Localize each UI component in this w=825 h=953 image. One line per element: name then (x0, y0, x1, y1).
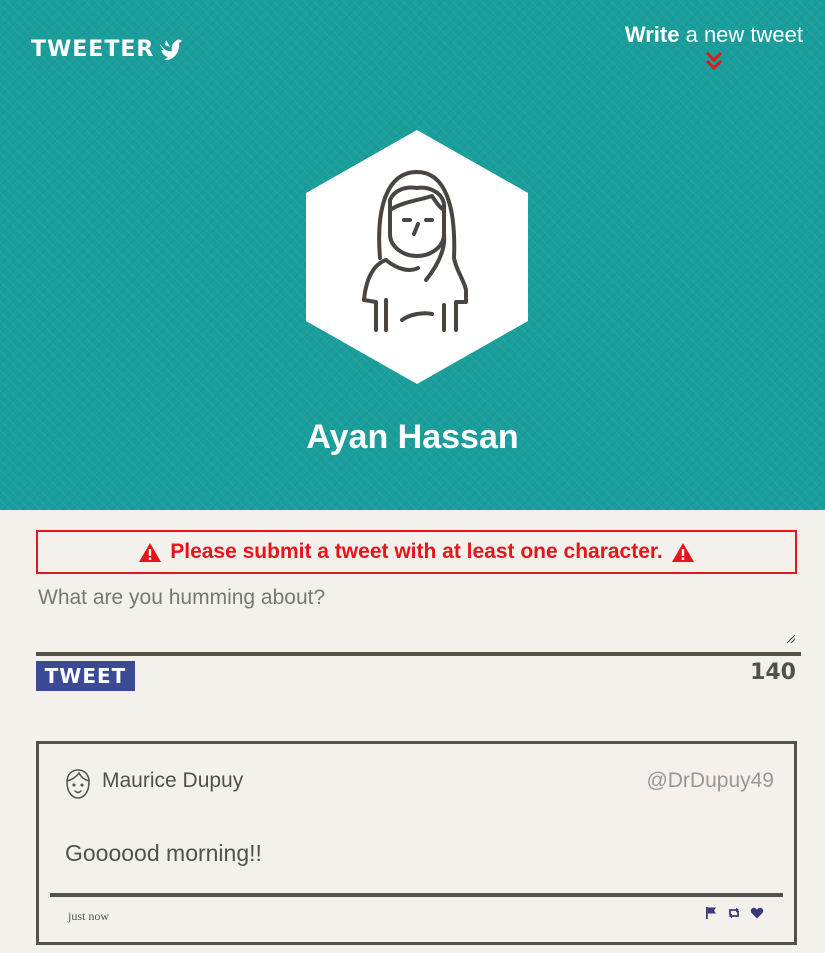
retweet-icon[interactable] (727, 906, 741, 920)
tweet-actions (704, 906, 764, 920)
heart-icon[interactable] (750, 906, 764, 920)
bird-icon (160, 39, 183, 60)
tweet-card: Maurice Dupuy @DrDupuy49 Goooood morning… (36, 741, 797, 945)
tweet-submit-button[interactable]: TWEET (36, 661, 135, 691)
write-new-tweet-link[interactable]: Write a new tweet (625, 22, 803, 72)
logo-text: TWEETER (31, 37, 155, 62)
tweet-timestamp: just now (68, 909, 110, 923)
tweet-compose-input[interactable] (36, 582, 801, 656)
user-avatar-icon (66, 769, 90, 799)
tweet-content: Goooood morning!! (65, 840, 262, 866)
warning-icon (139, 542, 162, 562)
profile-name: Ayan Hassan (306, 418, 519, 456)
profile-header: TWEETER Write a new tweet Ayan Hassan (0, 0, 825, 510)
logo[interactable]: TWEETER (31, 37, 184, 62)
tweet-author-name: Maurice Dupuy (102, 769, 244, 792)
write-new-tweet-label: Write a new tweet (624, 22, 803, 47)
warning-icon (671, 542, 694, 562)
double-chevron-down-icon (705, 51, 722, 71)
character-counter: 140 (750, 660, 796, 685)
error-text: Please submit a tweet with at least one … (170, 540, 663, 563)
resize-handle-icon[interactable] (786, 634, 796, 644)
error-message: Please submit a tweet with at least one … (36, 530, 797, 574)
tweet-author-handle: @DrDupuy49 (646, 769, 774, 792)
flag-icon[interactable] (704, 906, 718, 920)
profile-avatar (306, 130, 528, 384)
tweet-divider (50, 893, 783, 897)
